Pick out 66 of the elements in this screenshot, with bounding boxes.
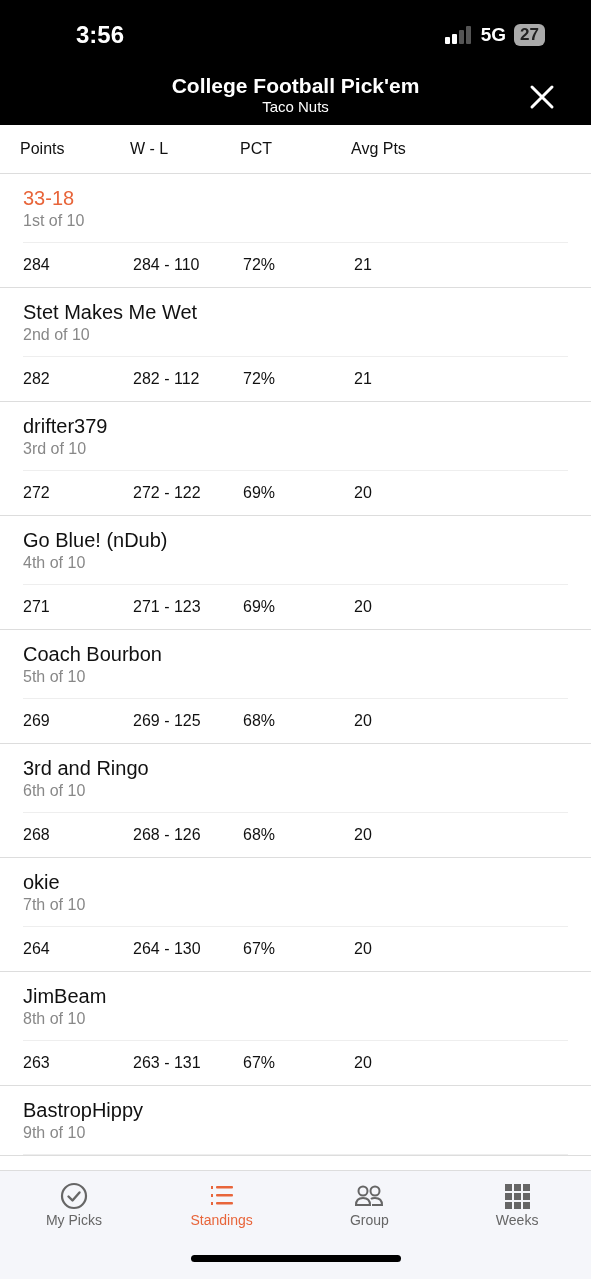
table-cell: 21 — [354, 370, 372, 388]
table-cell: 20 — [354, 598, 372, 616]
table-cell-text: 264 - 130 — [133, 940, 202, 958]
player-name: 3rd and Ringo — [23, 756, 150, 780]
table-cell-text: 69% — [243, 598, 277, 616]
table-cell-text: 263 — [23, 1054, 51, 1072]
table-cell-text: 269 - 125 — [133, 712, 202, 730]
grid-icon — [503, 1182, 532, 1210]
tab[interactable]: Weeks — [462, 1181, 573, 1229]
table-cell-text: 272 — [23, 484, 51, 502]
table-cell-text: 282 - 112 — [133, 370, 201, 388]
player-name: Coach Bourbon — [23, 642, 163, 666]
table-cell-text: 72% — [243, 256, 277, 274]
table-cell: 20 — [354, 484, 372, 502]
battery-level: 27 — [514, 24, 545, 46]
player-name: Go Blue! (nDub) — [23, 528, 169, 552]
player-name: Stet Makes Me Wet — [23, 300, 199, 324]
table-cell: 20 — [354, 712, 372, 730]
tab[interactable]: Standings — [166, 1181, 277, 1229]
player-name: 33-18 — [23, 186, 76, 210]
table-cell-text: 68% — [243, 826, 277, 844]
player-rank: 8th of 10 — [23, 1009, 87, 1028]
table-cell-text: 284 — [23, 256, 51, 274]
player-rank: 7th of 10 — [23, 895, 87, 914]
checkmark-circle-icon — [59, 1182, 88, 1210]
group-name: Taco Nuts — [262, 98, 329, 115]
table-cell-text: 268 — [23, 826, 51, 844]
table-cell-text: 272 - 122 — [133, 484, 202, 502]
player-name: drifter379 — [23, 414, 109, 438]
table-cell-text: 269 — [23, 712, 51, 730]
table-cell-text: 68% — [243, 712, 277, 730]
app-title: College Football Pick'em — [171, 74, 420, 98]
player-name: JimBeam — [23, 984, 108, 1008]
player-rank: 2nd of 10 — [23, 325, 91, 344]
table-cell-text: 271 - 123 — [133, 598, 202, 616]
player-rank: 1st of 10 — [23, 211, 86, 230]
column-header: PCT — [240, 140, 273, 158]
player-rank: 6th of 10 — [23, 781, 87, 800]
player-name: okie — [23, 870, 61, 894]
signal-icon — [444, 26, 473, 44]
status-time: 3:56 — [76, 21, 125, 49]
table-cell-text: 263 - 131 — [133, 1054, 202, 1072]
table-cell-text: 67% — [243, 1054, 277, 1072]
table-cell: 20 — [354, 940, 372, 958]
column-header: Avg Pts — [351, 140, 406, 158]
table-cell-text: 67% — [243, 940, 277, 958]
player-rank: 4th of 10 — [23, 553, 87, 572]
table-cell-text: 268 - 126 — [133, 826, 202, 844]
network-label: 5G — [480, 24, 507, 46]
player-rank: 9th of 10 — [23, 1123, 87, 1142]
player-rank: 5th of 10 — [23, 667, 87, 686]
player-name: BastropHippy — [23, 1098, 145, 1122]
column-header: Points — [20, 140, 66, 158]
column-header: W - L — [130, 140, 170, 158]
table-cell: 20 — [354, 1054, 372, 1072]
tab[interactable]: Group — [314, 1181, 425, 1229]
table-cell-text: 69% — [243, 484, 277, 502]
table-cell-text: 271 — [23, 598, 51, 616]
table-cell: 20 — [354, 826, 372, 844]
table-cell-text: 284 - 110 — [133, 256, 201, 274]
tab[interactable]: My Picks — [18, 1181, 129, 1229]
table-cell-text: 72% — [243, 370, 277, 388]
table-cell-text: 264 — [23, 940, 51, 958]
table-cell-text: 282 — [23, 370, 51, 388]
player-rank: 3rd of 10 — [23, 439, 88, 458]
table-cell: 21 — [354, 256, 372, 274]
